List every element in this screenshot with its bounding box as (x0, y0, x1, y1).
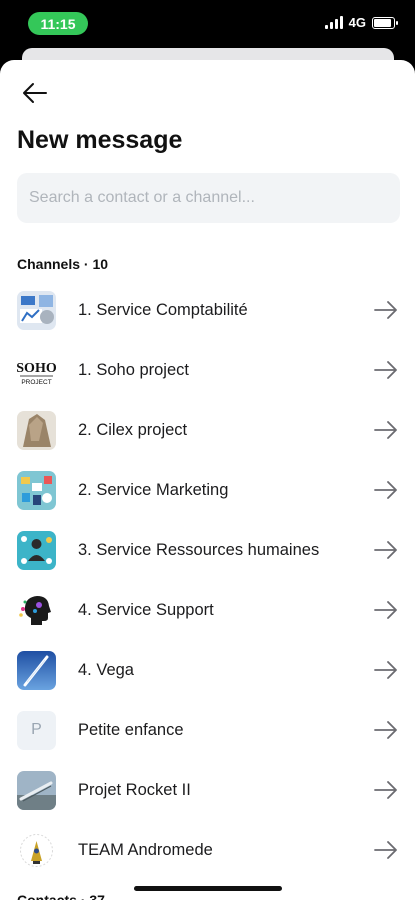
vega-photo-icon (17, 650, 56, 690)
arrow-right-icon[interactable] (373, 660, 399, 680)
status-indicators: 4G (324, 15, 398, 30)
channel-label: 3. Service Ressources humaines (78, 540, 320, 559)
arrow-right-icon[interactable] (373, 360, 399, 380)
channel-label: 1. Service Comptabilité (78, 300, 248, 319)
channel-row-service-ressources-humaines[interactable]: 3. Service Ressources humaines (0, 520, 415, 580)
status-time: 11:15 (28, 12, 88, 35)
channel-row-service-support[interactable]: 4. Service Support (0, 580, 415, 640)
channel-label: 2. Service Marketing (78, 480, 229, 499)
channel-row-projet-rocket-ii[interactable]: Projet Rocket II (0, 760, 415, 820)
arrow-right-icon[interactable] (373, 480, 399, 500)
search-input[interactable] (17, 173, 400, 223)
accounting-photo-icon (17, 290, 56, 330)
channel-row-petite-enfance[interactable]: P Petite enfance (0, 700, 415, 760)
channel-label: 2. Cilex project (78, 420, 188, 439)
channel-label: Projet Rocket II (78, 780, 191, 799)
channel-label: 1. Soho project (78, 360, 189, 379)
team-andromede-emblem-icon (17, 830, 56, 870)
home-indicator (134, 886, 282, 891)
channel-row-service-marketing[interactable]: 2. Service Marketing (0, 460, 415, 520)
contacts-heading: Contacts · 37 (17, 892, 105, 900)
avatar-letter: P (31, 721, 42, 738)
channel-row-soho-project[interactable]: SOHO PROJECT 1. Soho project (0, 340, 415, 400)
signal-icon (324, 16, 343, 29)
page-title: New message (17, 126, 183, 154)
channel-label: 4. Vega (78, 660, 134, 679)
marketing-illustration-icon (17, 470, 56, 510)
channel-row-service-comptabilite[interactable]: 1. Service Comptabilité (0, 280, 415, 340)
arrow-right-icon[interactable] (373, 420, 399, 440)
arrow-left-icon (23, 83, 47, 103)
arrow-right-icon[interactable] (373, 780, 399, 800)
svg-text:SOHO: SOHO (17, 361, 56, 376)
arrow-right-icon[interactable] (373, 840, 399, 860)
new-message-sheet: New message Channels · 10 1. Service Com… (0, 60, 415, 900)
arrow-right-icon[interactable] (373, 600, 399, 620)
battery-icon (372, 16, 398, 29)
channel-row-cilex-project[interactable]: 2. Cilex project (0, 400, 415, 460)
channel-label: 4. Service Support (78, 600, 214, 619)
svg-text:PROJECT: PROJECT (21, 379, 51, 386)
status-bar: 11:15 4G (0, 0, 415, 48)
rocket-photo-icon (17, 770, 56, 810)
channel-label: TEAM Andromede (78, 840, 213, 859)
channels-heading: Channels · 10 (17, 256, 109, 272)
arrow-right-icon[interactable] (373, 300, 399, 320)
network-type: 4G (348, 15, 366, 30)
rock-photo-icon (17, 410, 56, 450)
arrow-right-icon[interactable] (373, 540, 399, 560)
arrow-right-icon[interactable] (373, 720, 399, 740)
soho-project-logo-icon: SOHO PROJECT (17, 350, 56, 390)
support-head-illustration-icon (17, 590, 56, 630)
channel-label: Petite enfance (78, 720, 184, 739)
back-button[interactable] (22, 78, 54, 108)
hr-illustration-icon (17, 530, 56, 570)
letter-avatar-icon: P (17, 710, 56, 750)
channel-row-team-andromede[interactable]: TEAM Andromede (0, 820, 415, 880)
channel-row-vega[interactable]: 4. Vega (0, 640, 415, 700)
